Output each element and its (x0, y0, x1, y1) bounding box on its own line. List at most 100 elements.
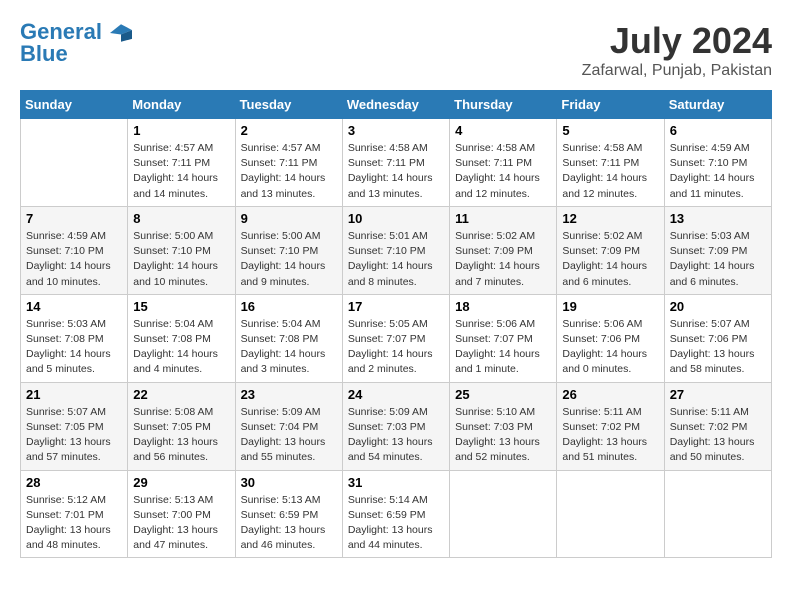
day-number: 5 (562, 123, 658, 138)
cell-w3-d0: 14Sunrise: 5:03 AMSunset: 7:08 PMDayligh… (21, 294, 128, 382)
day-number: 20 (670, 299, 766, 314)
day-number: 8 (133, 211, 229, 226)
week-row-2: 7 Sunrise: 4:59 AMSunset: 7:10 PMDaylight… (21, 206, 772, 294)
location: Zafarwal, Punjab, Pakistan (582, 62, 772, 80)
day-info: Sunrise: 5:03 AMSunset: 7:09 PMDaylight:… (670, 229, 766, 290)
day-info: Sunrise: 5:04 AMSunset: 7:08 PMDaylight:… (133, 317, 229, 378)
cell-w4-d3: 24Sunrise: 5:09 AMSunset: 7:03 PMDayligh… (342, 382, 449, 470)
cell-w3-d5: 19 Sunrise: 5:06 AMSunset: 7:06 PMDayligh… (557, 294, 664, 382)
day-info: Sunrise: 4:58 AMSunset: 7:11 PMDaylight:… (455, 141, 551, 202)
day-number: 10 (348, 211, 444, 226)
cell-w4-d4: 25 Sunrise: 5:10 AMSunset: 7:03 PMDayligh… (450, 382, 557, 470)
cell-w3-d1: 15Sunrise: 5:04 AMSunset: 7:08 PMDayligh… (128, 294, 235, 382)
day-number: 29 (133, 475, 229, 490)
cell-w5-d2: 30 Sunrise: 5:13 AMSunset: 6:59 PMDayligh… (235, 470, 342, 558)
cell-w5-d4 (450, 470, 557, 558)
day-info: Sunrise: 5:02 AMSunset: 7:09 PMDaylight:… (455, 229, 551, 290)
cell-w1-d5: 5 Sunrise: 4:58 AMSunset: 7:11 PMDaylight… (557, 119, 664, 207)
day-info: Sunrise: 5:06 AMSunset: 7:06 PMDaylight:… (562, 317, 658, 378)
day-number: 4 (455, 123, 551, 138)
day-number: 22 (133, 387, 229, 402)
cell-w4-d2: 23 Sunrise: 5:09 AMSunset: 7:04 PMDayligh… (235, 382, 342, 470)
day-number: 17 (348, 299, 444, 314)
cell-w2-d2: 9Sunrise: 5:00 AMSunset: 7:10 PMDaylight… (235, 206, 342, 294)
cell-w2-d3: 10 Sunrise: 5:01 AMSunset: 7:10 PMDayligh… (342, 206, 449, 294)
day-number: 21 (26, 387, 122, 402)
cell-w5-d0: 28Sunrise: 5:12 AMSunset: 7:01 PMDayligh… (21, 470, 128, 558)
day-info: Sunrise: 4:57 AMSunset: 7:11 PMDaylight:… (241, 141, 337, 202)
day-number: 19 (562, 299, 658, 314)
cell-w2-d6: 13 Sunrise: 5:03 AMSunset: 7:09 PMDayligh… (664, 206, 771, 294)
day-info: Sunrise: 4:57 AMSunset: 7:11 PMDaylight:… (133, 141, 229, 202)
cell-w4-d1: 22 Sunrise: 5:08 AMSunset: 7:05 PMDayligh… (128, 382, 235, 470)
week-row-5: 28Sunrise: 5:12 AMSunset: 7:01 PMDayligh… (21, 470, 772, 558)
day-info: Sunrise: 5:01 AMSunset: 7:10 PMDaylight:… (348, 229, 444, 290)
logo-blue: Blue (20, 42, 132, 66)
cell-w5-d3: 31 Sunrise: 5:14 AMSunset: 6:59 PMDayligh… (342, 470, 449, 558)
day-info: Sunrise: 5:13 AMSunset: 6:59 PMDaylight:… (241, 493, 337, 554)
day-number: 24 (348, 387, 444, 402)
cell-w3-d3: 17 Sunrise: 5:05 AMSunset: 7:07 PMDayligh… (342, 294, 449, 382)
day-info: Sunrise: 5:10 AMSunset: 7:03 PMDaylight:… (455, 405, 551, 466)
logo-bird-icon (110, 24, 132, 42)
day-info: Sunrise: 5:05 AMSunset: 7:07 PMDaylight:… (348, 317, 444, 378)
day-info: Sunrise: 5:00 AMSunset: 7:10 PMDaylight:… (133, 229, 229, 290)
day-info: Sunrise: 5:04 AMSunset: 7:08 PMDaylight:… (241, 317, 337, 378)
day-info: Sunrise: 4:58 AMSunset: 7:11 PMDaylight:… (562, 141, 658, 202)
header-wednesday: Wednesday (342, 91, 449, 119)
cell-w5-d5 (557, 470, 664, 558)
day-number: 26 (562, 387, 658, 402)
day-number: 31 (348, 475, 444, 490)
day-number: 18 (455, 299, 551, 314)
header-friday: Friday (557, 91, 664, 119)
day-info: Sunrise: 5:08 AMSunset: 7:05 PMDaylight:… (133, 405, 229, 466)
day-number: 7 (26, 211, 122, 226)
calendar-table: Sunday Monday Tuesday Wednesday Thursday… (20, 90, 772, 558)
cell-w1-d3: 3Sunrise: 4:58 AMSunset: 7:11 PMDaylight… (342, 119, 449, 207)
header: General Blue July 2024 Zafarwal, Punjab,… (20, 20, 772, 80)
logo: General Blue (20, 20, 132, 66)
day-info: Sunrise: 4:59 AMSunset: 7:10 PMDaylight:… (670, 141, 766, 202)
day-info: Sunrise: 5:09 AMSunset: 7:04 PMDaylight:… (241, 405, 337, 466)
header-sunday: Sunday (21, 91, 128, 119)
day-info: Sunrise: 5:11 AMSunset: 7:02 PMDaylight:… (562, 405, 658, 466)
day-info: Sunrise: 4:59 AMSunset: 7:10 PMDaylight:… (26, 229, 122, 290)
day-info: Sunrise: 5:12 AMSunset: 7:01 PMDaylight:… (26, 493, 122, 554)
day-number: 25 (455, 387, 551, 402)
cell-w3-d2: 16Sunrise: 5:04 AMSunset: 7:08 PMDayligh… (235, 294, 342, 382)
day-info: Sunrise: 5:02 AMSunset: 7:09 PMDaylight:… (562, 229, 658, 290)
day-info: Sunrise: 5:06 AMSunset: 7:07 PMDaylight:… (455, 317, 551, 378)
cell-w1-d0 (21, 119, 128, 207)
cell-w3-d4: 18 Sunrise: 5:06 AMSunset: 7:07 PMDayligh… (450, 294, 557, 382)
day-number: 13 (670, 211, 766, 226)
cell-w5-d1: 29Sunrise: 5:13 AMSunset: 7:00 PMDayligh… (128, 470, 235, 558)
day-info: Sunrise: 5:00 AMSunset: 7:10 PMDaylight:… (241, 229, 337, 290)
cell-w2-d5: 12 Sunrise: 5:02 AMSunset: 7:09 PMDayligh… (557, 206, 664, 294)
day-number: 11 (455, 211, 551, 226)
cell-w1-d4: 4 Sunrise: 4:58 AMSunset: 7:11 PMDaylight… (450, 119, 557, 207)
day-number: 6 (670, 123, 766, 138)
header-monday: Monday (128, 91, 235, 119)
day-number: 30 (241, 475, 337, 490)
day-number: 2 (241, 123, 337, 138)
cell-w4-d0: 21Sunrise: 5:07 AMSunset: 7:05 PMDayligh… (21, 382, 128, 470)
day-number: 12 (562, 211, 658, 226)
header-saturday: Saturday (664, 91, 771, 119)
week-row-4: 21Sunrise: 5:07 AMSunset: 7:05 PMDayligh… (21, 382, 772, 470)
day-number: 27 (670, 387, 766, 402)
title-area: July 2024 Zafarwal, Punjab, Pakistan (582, 20, 772, 80)
cell-w1-d6: 6 Sunrise: 4:59 AMSunset: 7:10 PMDaylight… (664, 119, 771, 207)
cell-w2-d4: 11 Sunrise: 5:02 AMSunset: 7:09 PMDayligh… (450, 206, 557, 294)
cell-w2-d0: 7 Sunrise: 4:59 AMSunset: 7:10 PMDaylight… (21, 206, 128, 294)
header-tuesday: Tuesday (235, 91, 342, 119)
day-info: Sunrise: 5:14 AMSunset: 6:59 PMDaylight:… (348, 493, 444, 554)
cell-w2-d1: 8 Sunrise: 5:00 AMSunset: 7:10 PMDaylight… (128, 206, 235, 294)
cell-w4-d5: 26 Sunrise: 5:11 AMSunset: 7:02 PMDayligh… (557, 382, 664, 470)
day-number: 23 (241, 387, 337, 402)
day-info: Sunrise: 4:58 AMSunset: 7:11 PMDaylight:… (348, 141, 444, 202)
month-title: July 2024 (582, 20, 772, 62)
cell-w5-d6 (664, 470, 771, 558)
week-row-1: 1Sunrise: 4:57 AMSunset: 7:11 PMDaylight… (21, 119, 772, 207)
weekday-header-row: Sunday Monday Tuesday Wednesday Thursday… (21, 91, 772, 119)
cell-w1-d1: 1Sunrise: 4:57 AMSunset: 7:11 PMDaylight… (128, 119, 235, 207)
